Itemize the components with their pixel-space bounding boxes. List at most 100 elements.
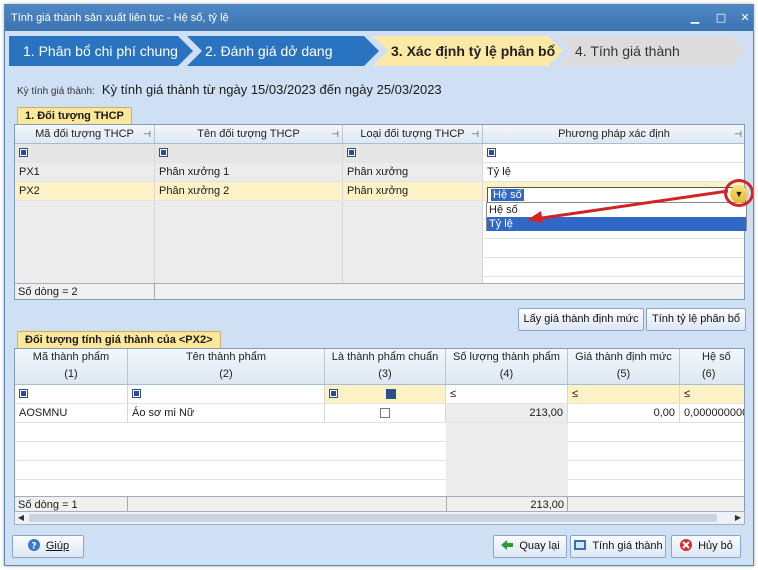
grid-header: Mã đối tượng THCP ⊣ Tên đối tượng THCP ⊣ L… — [15, 125, 744, 144]
cancel-button[interactable]: Hủy bỏ — [671, 535, 741, 558]
pin-icon[interactable]: ⊣ — [471, 125, 479, 143]
horizontal-scrollbar[interactable]: ◀ ▶ — [14, 511, 745, 525]
grid-header: Mã thành phẩm (1) Tên thành phẩm (2) Là th… — [15, 349, 744, 385]
filter-icon[interactable] — [329, 388, 338, 398]
standard-product-checkbox[interactable] — [380, 408, 390, 419]
filter-cell-quantity[interactable]: ≤ — [446, 385, 568, 403]
col-header-label: Mã đối tượng THCP — [35, 128, 134, 140]
col-header-standard-cost[interactable]: Giá thành định mức (5) — [568, 349, 680, 384]
filter-cell-method[interactable] — [483, 144, 744, 162]
maximize-icon[interactable]: □ — [714, 11, 728, 25]
table-row[interactable]: PX1 Phân xưởng 1 Phân xưởng Tỷ lệ — [15, 163, 744, 182]
get-standard-cost-button[interactable]: Lấy giá thành định mức — [518, 308, 644, 331]
button-label: Tính tỷ lệ phân bổ — [651, 313, 741, 325]
wizard-step-label: 3. Xác định tỷ lệ phân bổ — [391, 43, 556, 59]
tab-costing-objects[interactable]: Đối tượng tính giá thành của <PX2> — [17, 331, 221, 349]
button-label: Lấy giá thành định mức — [523, 313, 639, 325]
period-label: Kỳ tính giá thành: — [17, 86, 95, 97]
costing-period: Kỳ tính giá thành: Kỳ tính giá thành từ … — [17, 82, 442, 97]
calculate-cost-button[interactable]: Tính giá thành — [570, 535, 666, 558]
col-header-code[interactable]: Mã đối tượng THCP ⊣ — [15, 125, 155, 143]
scroll-left-icon[interactable]: ◀ — [15, 512, 27, 524]
col-header-type[interactable]: Loại đối tượng THCP ⊣ — [343, 125, 483, 143]
wizard-step-3[interactable]: 3. Xác định tỷ lệ phân bổ — [373, 36, 563, 66]
pin-icon[interactable]: ⊣ — [331, 125, 339, 143]
tab-cost-objects[interactable]: 1. Đối tượng THCP — [17, 107, 132, 125]
cell-type[interactable]: Phân xưởng — [343, 163, 483, 181]
cell-method[interactable]: Tỷ lệ — [483, 163, 744, 181]
filter-row: ≤ ≤ ≤ — [15, 385, 744, 404]
col-header-index: (2) — [219, 368, 233, 380]
filter-icon[interactable] — [347, 147, 356, 157]
col-header-product-code[interactable]: Mã thành phẩm (1) — [15, 349, 128, 384]
checkbox-filter-icon[interactable] — [386, 389, 396, 400]
filter-icon[interactable] — [159, 147, 168, 157]
pin-icon[interactable]: ⊣ — [734, 125, 742, 143]
cell-product-name[interactable]: Áo sơ mi Nữ — [128, 404, 325, 422]
minimize-icon[interactable]: ▁ — [688, 11, 702, 25]
wizard-step-1[interactable]: 1. Phân bổ chi phí chung — [9, 36, 193, 66]
scroll-right-icon[interactable]: ▶ — [732, 512, 744, 524]
filter-cell-coefficient[interactable]: ≤ — [680, 385, 744, 403]
cell-standard-product[interactable] — [325, 404, 446, 422]
wizard-step-2[interactable]: 2. Đánh giá dở dang — [187, 36, 379, 66]
filter-cell-code[interactable] — [15, 144, 155, 162]
scrollbar-thumb[interactable] — [29, 514, 717, 522]
col-header-label: Số lượng thành phẩm — [453, 351, 560, 363]
cell-coefficient[interactable]: 0,000000000 — [680, 404, 744, 422]
wizard-step-label: 2. Đánh giá dở dang — [205, 43, 333, 59]
cell-quantity[interactable]: 213,00 — [446, 404, 568, 422]
col-header-method[interactable]: Phương pháp xác định ⊣ — [483, 125, 744, 143]
filter-icon[interactable] — [132, 388, 141, 398]
button-label: Giúp — [45, 540, 70, 552]
col-header-index: (3) — [378, 368, 392, 380]
filter-cell-product-code[interactable] — [15, 385, 128, 403]
help-icon: ? — [27, 539, 40, 552]
cell-code[interactable]: PX1 — [15, 163, 155, 181]
col-header-quantity[interactable]: Số lượng thành phẩm (4) — [446, 349, 568, 384]
filter-icon[interactable] — [487, 147, 496, 157]
cell-product-code[interactable]: AOSMNU — [15, 404, 128, 422]
cell-code[interactable]: PX2 — [15, 182, 155, 200]
help-button[interactable]: ? Giúp — [12, 535, 84, 558]
filter-icon[interactable] — [19, 388, 28, 398]
filter-cell-standard-product[interactable] — [325, 385, 446, 403]
filter-cell-name[interactable] — [155, 144, 343, 162]
col-header-standard-product[interactable]: Là thành phẩm chuẩn (3) — [325, 349, 446, 384]
col-header-name[interactable]: Tên đối tượng THCP ⊣ — [155, 125, 343, 143]
col-header-label: Tên thành phẩm — [185, 351, 267, 363]
filter-operator[interactable]: ≤ — [572, 388, 578, 400]
wizard-step-4[interactable]: 4. Tính giá thành — [557, 36, 745, 66]
pin-icon[interactable]: ⊣ — [143, 125, 151, 143]
empty-area — [15, 423, 744, 496]
filter-cell-standard-cost[interactable]: ≤ — [568, 385, 680, 403]
annotation-arrow-icon — [527, 189, 729, 223]
col-header-index: (4) — [499, 368, 514, 380]
cell-name[interactable]: Phân xưởng 1 — [155, 163, 343, 181]
method-dropdown-value: Hệ số — [491, 189, 524, 201]
wizard-steps: 1. Phân bổ chi phí chung 2. Đánh giá dở … — [9, 36, 749, 66]
cell-standard-cost[interactable]: 0,00 — [568, 404, 680, 422]
back-button[interactable]: Quay lại — [493, 535, 567, 558]
filter-operator[interactable]: ≤ — [450, 388, 456, 400]
calc-allocation-ratio-button[interactable]: Tính tỷ lệ phân bổ — [646, 308, 746, 331]
table-row[interactable]: AOSMNU Áo sơ mi Nữ 213,00 0,00 0,0000000… — [15, 404, 744, 423]
col-header-label: Hệ số — [702, 351, 731, 363]
wizard-step-label: 1. Phân bổ chi phí chung — [23, 43, 178, 59]
col-header-product-name[interactable]: Tên thành phẩm (2) — [128, 349, 325, 384]
col-header-coefficient[interactable]: Hệ số (6) — [680, 349, 744, 384]
wizard-step-label: 4. Tính giá thành — [575, 43, 680, 59]
grid-footer: Số dòng = 2 — [15, 283, 744, 299]
col-header-label: Là thành phẩm chuẩn — [331, 351, 439, 363]
cell-type[interactable]: Phân xưởng — [343, 182, 483, 200]
filter-cell-type[interactable] — [343, 144, 483, 162]
svg-text:?: ? — [31, 542, 36, 552]
filter-icon[interactable] — [19, 147, 28, 157]
row-count: Số dòng = 2 — [15, 284, 155, 299]
close-icon[interactable]: ✕ — [738, 11, 752, 25]
filter-row — [15, 144, 744, 163]
filter-operator[interactable]: ≤ — [684, 388, 690, 400]
cell-name[interactable]: Phân xưởng 2 — [155, 182, 343, 200]
dialog-window: Tính giá thành sản xuất liên tục - Hệ số… — [4, 4, 754, 566]
filter-cell-product-name[interactable] — [128, 385, 325, 403]
